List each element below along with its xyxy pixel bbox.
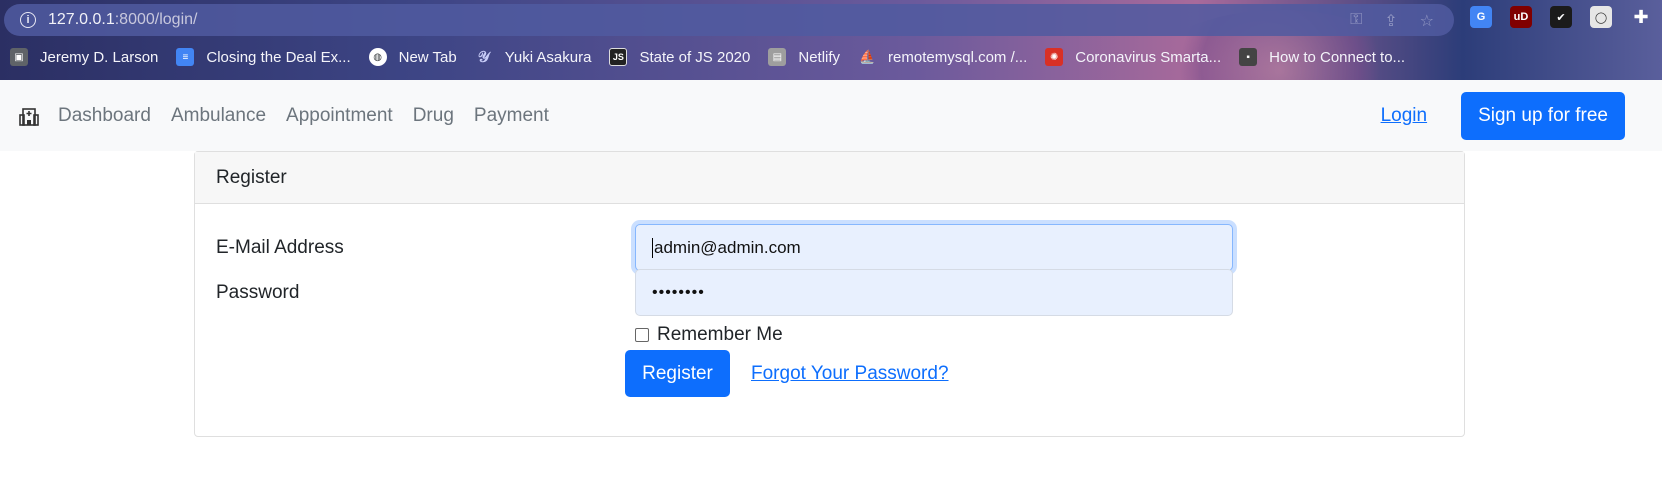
bookmark-label: How to Connect to...: [1269, 48, 1406, 66]
email-field[interactable]: admin@admin.com: [635, 224, 1233, 271]
ublock-extension-icon[interactable]: uD: [1510, 6, 1532, 28]
share-icon[interactable]: ⇪: [1384, 11, 1397, 31]
nav-payment[interactable]: Payment: [474, 105, 549, 127]
site-info-icon[interactable]: i: [20, 12, 36, 28]
browser-chrome: i 127.0.0.1:8000/login/ ⚿ ⇪ ☆ G uD ✔ ◯ ✚…: [0, 0, 1662, 80]
bookmark-item[interactable]: ▣ Jeremy D. Larson: [10, 48, 158, 66]
bookmark-item[interactable]: ◍ New Tab: [368, 48, 457, 66]
bookmark-item[interactable]: ▪ How to Connect to...: [1239, 48, 1405, 66]
signature-icon: 𝒴: [477, 48, 490, 66]
checkmark-extension-icon[interactable]: ✔: [1550, 6, 1572, 28]
bookmark-label: New Tab: [398, 48, 457, 66]
bookmark-item[interactable]: JS State of JS 2020: [609, 48, 750, 66]
bookmark-item[interactable]: 𝒴 Yuki Asakura: [475, 48, 592, 66]
bookmark-label: Netlify: [798, 48, 841, 66]
nav-links: Dashboard Ambulance Appointment Drug Pay…: [58, 105, 569, 127]
nav-dashboard[interactable]: Dashboard: [58, 105, 151, 127]
signup-button[interactable]: Sign up for free: [1461, 92, 1625, 140]
virus-icon: ✺: [1045, 48, 1064, 66]
netlify-icon: ▤: [768, 48, 787, 66]
bookmark-label: Closing the Deal Ex...: [206, 48, 351, 66]
password-value: ••••••••: [652, 283, 705, 301]
url-text[interactable]: 127.0.0.1:8000/login/: [48, 11, 197, 29]
password-field[interactable]: ••••••••: [635, 269, 1233, 316]
url-path: :8000/login/: [114, 11, 198, 28]
bookmark-label: remotemysql.com /...: [888, 48, 1028, 66]
bookmark-item[interactable]: ⛵ remotemysql.com /...: [858, 48, 1027, 66]
navbar: Dashboard Ambulance Appointment Drug Pay…: [0, 80, 1662, 151]
js-icon: JS: [609, 48, 628, 66]
login-link[interactable]: Login: [1381, 105, 1428, 127]
bookmark-item[interactable]: ▤ Netlify: [768, 48, 840, 66]
key-icon[interactable]: ⚿: [1350, 11, 1362, 31]
address-bar[interactable]: i 127.0.0.1:8000/login/ ⚿ ⇪ ☆: [4, 4, 1454, 36]
remember-checkbox[interactable]: [635, 328, 649, 342]
register-button[interactable]: Register: [625, 350, 730, 397]
password-label: Password: [216, 282, 300, 303]
bookmark-label: Coronavirus Smarta...: [1075, 48, 1222, 66]
remember-label: Remember Me: [657, 324, 783, 345]
star-icon[interactable]: ☆: [1420, 11, 1434, 31]
phpmyadmin-icon: ⛵: [858, 49, 876, 64]
bookmark-label: State of JS 2020: [639, 48, 751, 66]
card-header: Register: [195, 152, 1464, 204]
floppy-icon: ▪: [1239, 48, 1258, 66]
forgot-password-link[interactable]: Forgot Your Password?: [751, 363, 949, 385]
bookmark-label: Yuki Asakura: [504, 48, 592, 66]
remember-me[interactable]: Remember Me: [635, 324, 783, 346]
email-label: E-Mail Address: [216, 237, 344, 258]
email-value: admin@admin.com: [654, 237, 801, 257]
globe-icon: ◍: [368, 48, 387, 66]
bookmarks-bar: ▣ Jeremy D. Larson ≡ Closing the Deal Ex…: [0, 42, 1413, 72]
tampermonkey-extension-icon[interactable]: ◯: [1590, 6, 1612, 28]
nav-appointment[interactable]: Appointment: [286, 105, 393, 127]
cube-icon: ▣: [10, 48, 28, 66]
bookmark-item[interactable]: ≡ Closing the Deal Ex...: [176, 48, 351, 66]
register-card: Register E-Mail Address admin@admin.com …: [194, 151, 1465, 437]
nav-ambulance[interactable]: Ambulance: [171, 105, 266, 127]
nav-drug[interactable]: Drug: [413, 105, 454, 127]
translate-extension-icon[interactable]: G: [1470, 6, 1492, 28]
docs-icon: ≡: [176, 48, 195, 66]
url-host: 127.0.0.1: [48, 11, 115, 28]
bookmark-item[interactable]: ✺ Coronavirus Smarta...: [1045, 48, 1221, 66]
text-caret: [652, 237, 653, 258]
hospital-icon[interactable]: [18, 105, 40, 127]
puzzle-extensions-icon[interactable]: ✚: [1630, 6, 1652, 28]
bookmark-label: Jeremy D. Larson: [40, 48, 159, 66]
